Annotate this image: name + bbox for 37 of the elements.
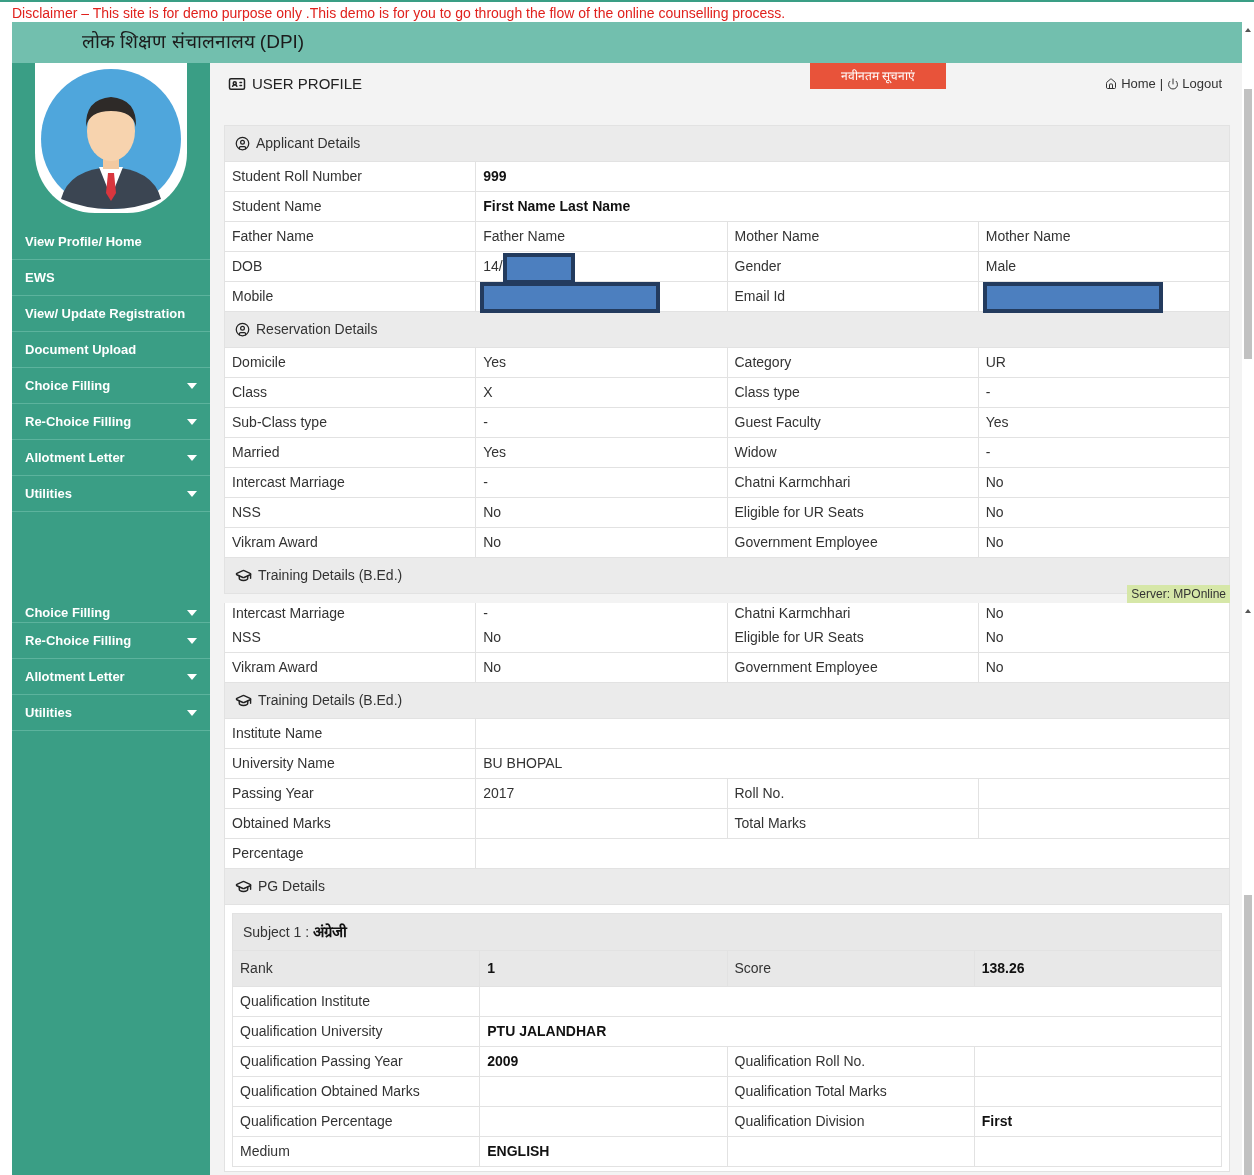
section-title: Reservation Details [256, 320, 378, 339]
scroll-up-icon[interactable] [1244, 607, 1252, 615]
subject-title: Subject 1 : अंग्रेजी [243, 921, 348, 942]
scroll-up-icon[interactable] [1244, 26, 1252, 34]
caret-icon [187, 454, 197, 461]
disclaimer-text: Disclaimer – This site is for demo purpose only .This demo is for you to go through the flow of the online counselling process. [12, 4, 786, 22]
home-icon [1105, 78, 1118, 90]
section-title: Applicant Details [256, 134, 361, 153]
sidebar-item[interactable]: Choice Filling [12, 603, 210, 623]
scrollbar-thumb[interactable] [1244, 895, 1252, 1175]
power-icon [1167, 78, 1180, 90]
server-badge: Server: MPOnline [1127, 585, 1230, 603]
caret-icon [187, 637, 197, 644]
page-title: USER PROFILE [252, 73, 363, 94]
nav-separator: | [1159, 75, 1164, 94]
graduation-cap-icon [235, 878, 252, 895]
section-title: Training Details (B.Ed.) [258, 691, 403, 710]
caret-icon [187, 709, 197, 716]
graduation-cap-icon [235, 567, 252, 584]
id-card-icon [228, 75, 246, 93]
table-cell: ENGLISH [480, 1137, 728, 1167]
caret-icon [187, 609, 197, 616]
section-title: PG Details [258, 877, 325, 896]
section-title: Training Details (B.Ed.) [258, 566, 403, 585]
caret-icon [187, 382, 197, 389]
graduation-cap-icon [235, 692, 252, 709]
caret-icon [187, 418, 197, 425]
site-title: लोक शिक्षण संचालनालय (DPI) [82, 30, 305, 55]
home-link[interactable]: Home [1121, 74, 1156, 94]
caret-icon [187, 673, 197, 680]
scrollbar-thumb[interactable] [1244, 89, 1252, 359]
notice-button[interactable]: नवीनतम सूचनाएं [810, 63, 946, 89]
user-circle-icon [235, 136, 250, 151]
caret-icon [187, 490, 197, 497]
logout-link[interactable]: Logout [1182, 74, 1222, 94]
table-cell: Medium [233, 1137, 481, 1167]
user-circle-icon [235, 322, 250, 337]
